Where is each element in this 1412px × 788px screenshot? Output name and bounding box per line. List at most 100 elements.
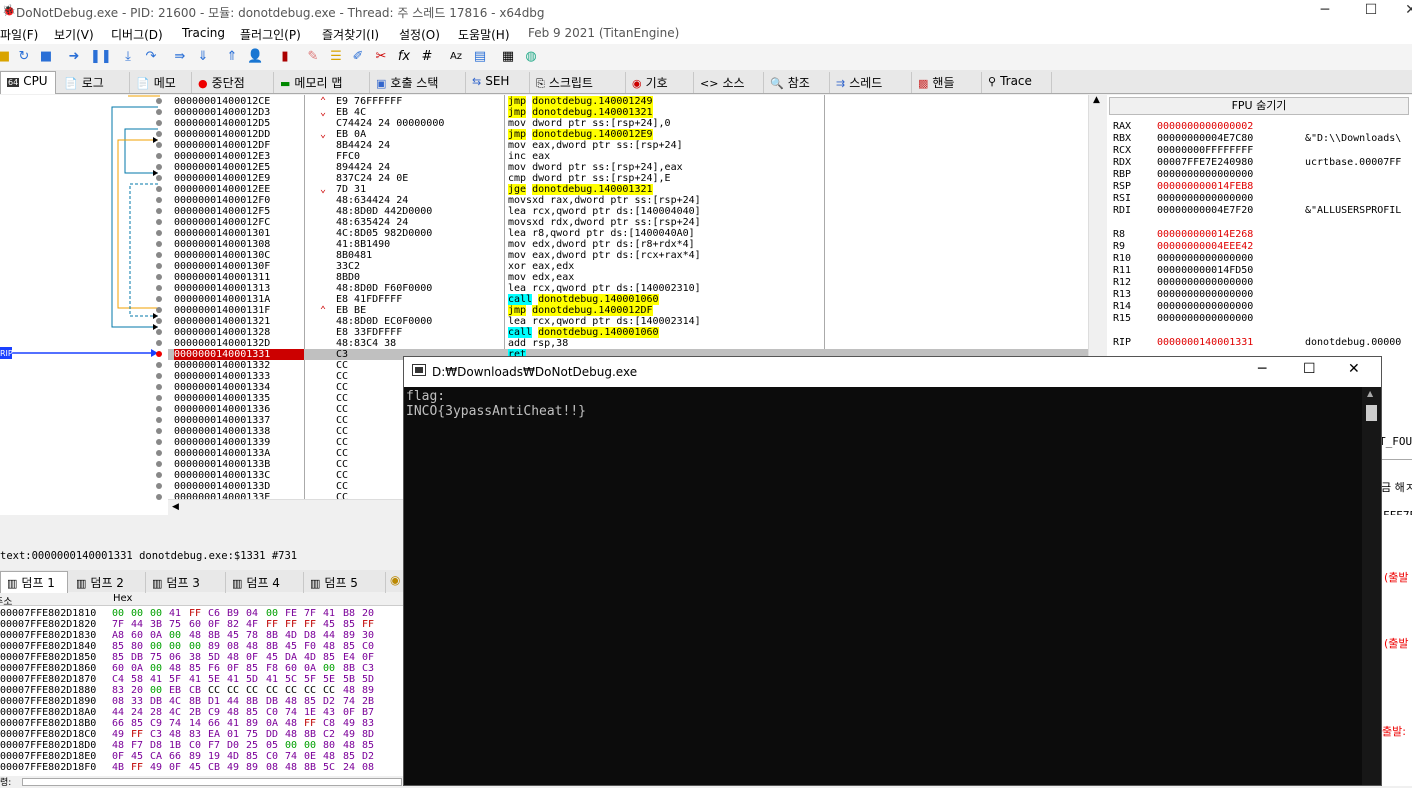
gutter-dot-icon[interactable]	[156, 318, 162, 324]
gutter-dot-icon[interactable]	[156, 406, 162, 412]
register-value[interactable]: 0000000000000000	[1157, 277, 1305, 289]
restart-icon[interactable]: ↻	[16, 49, 32, 65]
tab-dump-4[interactable]: ▥ 덤프 4	[226, 572, 304, 593]
gutter-dot-icon[interactable]	[156, 98, 162, 104]
register-row[interactable]: RBP 0000000000000000	[1113, 169, 1305, 181]
menu-tracing[interactable]: Tracing	[182, 26, 225, 40]
gutter-dot-icon[interactable]	[156, 494, 162, 500]
disassembly-row[interactable]: 000000014000132D 48:83C4 38 add rsp,38	[156, 338, 1088, 349]
register-row[interactable]: R15 0000000000000000	[1113, 313, 1305, 325]
gutter-dot-icon[interactable]	[156, 417, 162, 423]
dump-row[interactable]: 00007FFE802D1860 60 0A 00 48 85 F6 0F 85 F8 60 0A 00…	[0, 663, 376, 674]
calculator-icon[interactable]: ▦	[500, 49, 516, 65]
gutter-dot-icon[interactable]	[156, 208, 162, 214]
labels-icon[interactable]: ✐	[350, 49, 366, 65]
dump-row[interactable]: 00007FFE802D18F0 4B FF 49 0F 45 CB 49 89 08 48 8B 5C…	[0, 762, 376, 773]
register-value[interactable]: 0000000000000000	[1157, 289, 1305, 301]
trace-into-icon[interactable]: ⇛	[172, 49, 188, 65]
patch-icon[interactable]: ✎	[305, 49, 321, 65]
tab-call-stack[interactable]: ▣ 호출 스택	[370, 72, 466, 93]
disassembly-row[interactable]: 00000001400012CE ⌃ E9 76FFFFFF jmp donotdeb…	[156, 96, 1088, 107]
tab-seh[interactable]: ⇆ SEH	[466, 72, 530, 93]
open-icon[interactable]: ■	[0, 49, 12, 65]
register-value[interactable]: 0000000000000000	[1157, 301, 1305, 313]
dump-row[interactable]: 00007FFE802D1830 A8 60 0A 00 48 8B 45 78 8B 4D D8 44…	[0, 630, 376, 641]
dump-row[interactable]: 00007FFE802D1890 08 33 DB 4C 8B D1 44 8B DB 48 85 D2…	[0, 696, 376, 707]
gutter-dot-icon[interactable]	[156, 142, 162, 148]
calls-icon[interactable]: ▤	[472, 49, 488, 65]
menu-favourites[interactable]: 즐겨찾기(I)	[322, 26, 379, 43]
tab-cpu[interactable]: 64 CPU	[0, 71, 56, 94]
disassembly-row[interactable]: 00000001400012EE ⌄ 7D 31 jge donotdebug.140…	[156, 184, 1088, 195]
console-close-button[interactable]: ✕	[1348, 361, 1360, 377]
gutter-dot-icon[interactable]	[156, 472, 162, 478]
comments-icon[interactable]: ☰	[328, 49, 344, 65]
trace-over-icon[interactable]: ⇓	[195, 49, 211, 65]
gutter-dot-icon[interactable]	[156, 274, 162, 280]
register-row[interactable]: RIP 0000000140001331 donotdebug.00000	[1113, 337, 1401, 349]
disassembly-row[interactable]: 00000001400012D5 C74424 24 00000000 mov dw…	[156, 118, 1088, 129]
register-value[interactable]: 000000000014E268	[1157, 229, 1305, 241]
console-maximize-button[interactable]: ☐	[1303, 361, 1316, 377]
tab-handles[interactable]: ▩ 핸들	[912, 72, 982, 93]
tab-dump-1[interactable]: ▥ 덤프 1	[0, 571, 68, 594]
gutter-dot-icon[interactable]	[156, 263, 162, 269]
tab-threads[interactable]: ⇉ 스레드	[830, 72, 912, 93]
watch-icon[interactable]: ◉	[390, 573, 400, 587]
gutter-dot-icon[interactable]	[156, 373, 162, 379]
gutter-dot-icon[interactable]	[156, 296, 162, 302]
register-value[interactable]: 00000000004E7F20	[1157, 205, 1305, 217]
disassembly-row[interactable]: 0000000140001321 48:8D0D EC0F0000 lea rcx,…	[156, 316, 1088, 327]
register-row[interactable]: R14 0000000000000000	[1113, 301, 1305, 313]
tab-script[interactable]: ⎘ 스크립트	[530, 72, 626, 93]
disassembly-row[interactable]: 0000000140001328 E8 33FDFFFF call donotdeb…	[156, 327, 1088, 338]
disassembly-row[interactable]: 00000001400012F5 48:8D0D 442D0000 lea rcx,…	[156, 206, 1088, 217]
dump-row[interactable]: 00007FFE802D18A0 44 24 28 4C 2B C9 48 85 C0 74 1E 43…	[0, 707, 376, 718]
register-row[interactable]	[1113, 325, 1305, 337]
register-value[interactable]: 0000000000000000	[1157, 169, 1305, 181]
stop-script-icon[interactable]: ▮	[277, 49, 293, 65]
gutter-dot-icon[interactable]	[156, 285, 162, 291]
menu-debug[interactable]: 디버그(D)	[111, 26, 163, 43]
gutter-dot-icon[interactable]	[156, 164, 162, 170]
gutter-dot-icon[interactable]	[156, 461, 162, 467]
register-value[interactable]: 0000000000000000	[1157, 313, 1305, 325]
disassembly-row[interactable]: 0000000140001311 8BD0 mov edx,eax	[156, 272, 1088, 283]
menu-settings[interactable]: 설정(O)	[399, 26, 440, 43]
gutter-dot-icon[interactable]	[156, 131, 162, 137]
gutter-dot-icon[interactable]	[156, 120, 162, 126]
dump-row[interactable]: 00007FFE802D1870 C4 58 41 5F 41 5E 41 5D 41 5C 5F 5E…	[0, 674, 376, 685]
disassembly-row[interactable]: 00000001400012E3 FFC0 inc eax	[156, 151, 1088, 162]
minimize-button[interactable]: ─	[1310, 2, 1340, 18]
gutter-dot-icon[interactable]	[156, 428, 162, 434]
dump-row[interactable]: 00007FFE802D1880 83 20 00 EB CB CC CC CC CC CC CC CC…	[0, 685, 376, 696]
tab-dump-2[interactable]: ▥ 덤프 2	[70, 572, 146, 593]
register-row[interactable]: R13 0000000000000000	[1113, 289, 1305, 301]
hex-dump-view[interactable]: 주소 Hex 00007FFE802D181000000041FFC6B9040…	[0, 593, 404, 786]
strings-icon[interactable]: Az	[448, 49, 464, 65]
step-over-icon[interactable]: ↷	[143, 49, 159, 65]
dump-row[interactable]: 00007FFE802D18B0 66 85 C9 74 14 66 41 89 0A 48 FF C8…	[0, 718, 376, 729]
hash-icon[interactable]: #	[419, 49, 435, 65]
stop-icon[interactable]: ■	[38, 49, 54, 65]
register-row[interactable]: RCX 00000000FFFFFFFF	[1113, 145, 1305, 157]
disassembly-row[interactable]: 000000014000130F 33C2 xor eax,edx	[156, 261, 1088, 272]
scroll-left-icon[interactable]: ◀	[172, 502, 179, 512]
disassembly-row[interactable]: 000000014000130C 8B0481 mov eax,dword ptr …	[156, 250, 1088, 261]
tab-dump-5[interactable]: ▥ 덤프 5	[304, 572, 386, 593]
tab-source[interactable]: <> 소스	[694, 72, 764, 93]
gutter-dot-icon[interactable]	[156, 230, 162, 236]
gutter-dot-icon[interactable]	[156, 395, 162, 401]
scroll-up-icon[interactable]: ▲	[1093, 95, 1100, 105]
disassembly-row[interactable]: 00000001400012D3 ⌄ EB 4C jmp donotdebug.140…	[156, 107, 1088, 118]
disassembly-row[interactable]: 00000001400012F0 48:634424 24 movsxd rax,d…	[156, 195, 1088, 206]
menu-help[interactable]: 도움말(H)	[458, 26, 510, 43]
gutter-dot-icon[interactable]	[156, 219, 162, 225]
run-icon[interactable]: ➜	[66, 49, 82, 65]
register-row[interactable]: R12 0000000000000000	[1113, 277, 1305, 289]
pause-icon[interactable]: ❚❚	[90, 49, 112, 65]
disassembly-row[interactable]: 00000001400012E5 894424 24 mov dword ptr s…	[156, 162, 1088, 173]
gutter-dot-icon[interactable]	[156, 439, 162, 445]
tab-breakpoints[interactable]: ● 중단점	[192, 72, 274, 93]
tab-dump-3[interactable]: ▥ 덤프 3	[146, 572, 226, 593]
